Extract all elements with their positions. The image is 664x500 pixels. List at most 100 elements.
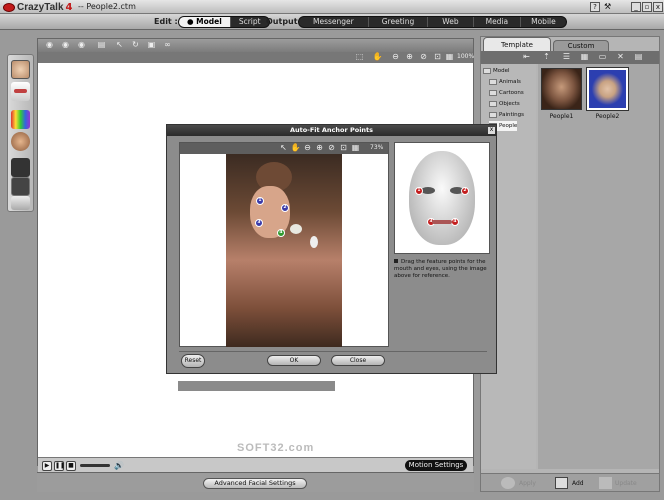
ref-eye-left (421, 187, 435, 194)
play-icon[interactable]: ▶ (42, 461, 52, 471)
background-photo-strip (178, 381, 335, 391)
eye-icon[interactable]: ◉ (44, 40, 55, 50)
volume-icon[interactable]: 🔊 (114, 461, 124, 470)
zoom-in-icon[interactable]: ⊕ (404, 52, 415, 62)
folder-up-icon[interactable]: ⇡ (541, 52, 552, 62)
playback-slider[interactable] (80, 464, 110, 467)
thumbnail-label: People1 (549, 113, 574, 120)
ref-point-4: 4 (451, 218, 459, 226)
zoom-actual-icon[interactable]: ▦ (444, 52, 455, 62)
color-palette-icon[interactable] (11, 110, 30, 129)
cursor-icon[interactable]: ↖ (114, 40, 125, 50)
advanced-facial-settings-button[interactable]: Advanced Facial Settings (203, 478, 307, 489)
anchor-point-1[interactable]: 1 (256, 197, 264, 205)
left-toolbar (7, 54, 34, 212)
tree-item-animals[interactable]: Animals (489, 77, 521, 87)
output-mobile-button[interactable]: Mobile (521, 17, 566, 27)
update-icon[interactable] (599, 477, 612, 489)
close-button[interactable]: x (653, 2, 663, 12)
help-button[interactable]: ? (590, 2, 600, 12)
update-button[interactable]: Update (615, 480, 637, 487)
back-icon[interactable]: ⇤ (521, 52, 532, 62)
tools-icon[interactable]: ⚒ (604, 2, 616, 12)
no-icon[interactable]: ⊘ (326, 143, 337, 153)
page-icon[interactable]: ▤ (96, 40, 107, 50)
fit-icon[interactable]: ⬚ (354, 52, 365, 62)
light-spot (310, 236, 318, 248)
ok-button[interactable]: OK (267, 355, 321, 366)
output-media-button[interactable]: Media (474, 17, 522, 27)
cursor-icon[interactable]: ↖ (278, 143, 289, 153)
output-messenger-button[interactable]: Messenger (299, 17, 369, 27)
app-logo: CrazyTalk 4 (3, 1, 72, 13)
crazytalk-logo-icon (3, 2, 15, 12)
rotate-icon[interactable]: ↻ (130, 40, 141, 50)
output-greeting-button[interactable]: Greeting (369, 17, 429, 27)
save-icon[interactable]: ▣ (146, 40, 157, 50)
add-button[interactable]: Add (572, 480, 584, 487)
playback-bar: ▶ ❚❚ ■ 🔊 Motion Settings (38, 457, 473, 473)
folder-icon (483, 68, 491, 74)
mode-model-button[interactable]: ● Model (179, 17, 231, 27)
no-icon[interactable]: ⊘ (418, 52, 429, 62)
eye-icon[interactable]: ◉ (76, 40, 87, 50)
add-icon[interactable] (555, 477, 568, 489)
hand-icon[interactable]: ✋ (290, 143, 301, 153)
mode-script-button[interactable]: Script (231, 17, 269, 27)
zoom-out-icon[interactable]: ⊖ (390, 52, 401, 62)
thumbnail-people1[interactable] (541, 68, 582, 110)
arrows-icon[interactable] (11, 196, 30, 210)
restore-button[interactable]: ▫ (642, 2, 652, 12)
ref-point-2: 2 (461, 187, 469, 195)
portrait-icon[interactable] (11, 177, 30, 196)
tree-root[interactable]: Model (483, 66, 510, 76)
zoom-out-icon[interactable]: ⊖ (302, 143, 313, 153)
anchor-point-2[interactable]: 2 (281, 204, 289, 212)
output-web-button[interactable]: Web (428, 17, 474, 27)
dialog-close-icon[interactable]: x (488, 127, 495, 134)
file-name: -- People2.ctm (78, 2, 136, 11)
zoom-window-icon[interactable]: ⊡ (432, 52, 443, 62)
tree-item-objects[interactable]: Objects (489, 99, 520, 109)
viewer-zoom-bar: ⬚ ✋ ⊖ ⊕ ⊘ ⊡ ▦ 100% (38, 52, 474, 63)
tree-item-label: Animals (499, 79, 521, 85)
minimize-button[interactable]: _ (631, 2, 641, 12)
link-icon[interactable]: ∞ (162, 40, 173, 50)
eye-icon[interactable]: ◉ (60, 40, 71, 50)
dialog-title: Auto-Fit Anchor Points (167, 125, 496, 136)
hand-icon[interactable]: ✋ (372, 52, 383, 62)
tree-item-cartoons[interactable]: Cartoons (489, 88, 524, 98)
reset-button[interactable]: Reset (181, 354, 205, 368)
apply-button[interactable]: Apply (519, 480, 536, 487)
face-fitting-icon[interactable] (11, 60, 30, 79)
dialog-close-button[interactable]: Close (331, 355, 385, 366)
pause-icon[interactable]: ❚❚ (54, 461, 65, 471)
thumbnail-people2[interactable] (586, 67, 629, 111)
zoom-in-icon[interactable]: ⊕ (314, 143, 325, 153)
apply-icon[interactable] (501, 477, 515, 489)
thumbnail-view-icon[interactable]: ▦ (579, 52, 590, 62)
tree-item-label: Paintings (499, 112, 524, 118)
anchor-point-3[interactable]: 3 (255, 219, 263, 227)
new-folder-icon[interactable]: ▭ (597, 52, 608, 62)
delete-icon[interactable]: ✕ (615, 52, 626, 62)
properties-icon[interactable]: ▤ (633, 52, 644, 62)
tab-custom[interactable]: Custom (553, 40, 609, 51)
tab-template[interactable]: Template (483, 37, 551, 51)
mouth-icon[interactable] (11, 82, 30, 101)
list-view-icon[interactable]: ☰ (561, 52, 572, 62)
model-photo: 1 2 3 4 (226, 154, 342, 347)
folder-icon (489, 90, 497, 96)
stop-icon[interactable]: ■ (66, 461, 76, 471)
tree-item-label: People (499, 123, 518, 129)
fit-canvas: ↖ ✋ ⊖ ⊕ ⊘ ⊡ ▦ 73% 1 2 3 4 (179, 142, 389, 347)
zoom-window-icon[interactable]: ⊡ (338, 143, 349, 153)
library-footer: Apply Add Update (481, 473, 659, 491)
library-panel: Template Custom ⇤ ⇡ ☰ ▦ ▭ ✕ ▤ Model Anim… (480, 36, 660, 492)
anchor-point-4[interactable]: 4 (277, 229, 285, 237)
head-icon[interactable] (11, 132, 30, 151)
profile-icon[interactable] (11, 158, 30, 177)
motion-settings-button[interactable]: Motion Settings (405, 460, 467, 471)
zoom-actual-icon[interactable]: ▦ (350, 143, 361, 153)
tree-item-paintings[interactable]: Paintings (489, 110, 524, 120)
